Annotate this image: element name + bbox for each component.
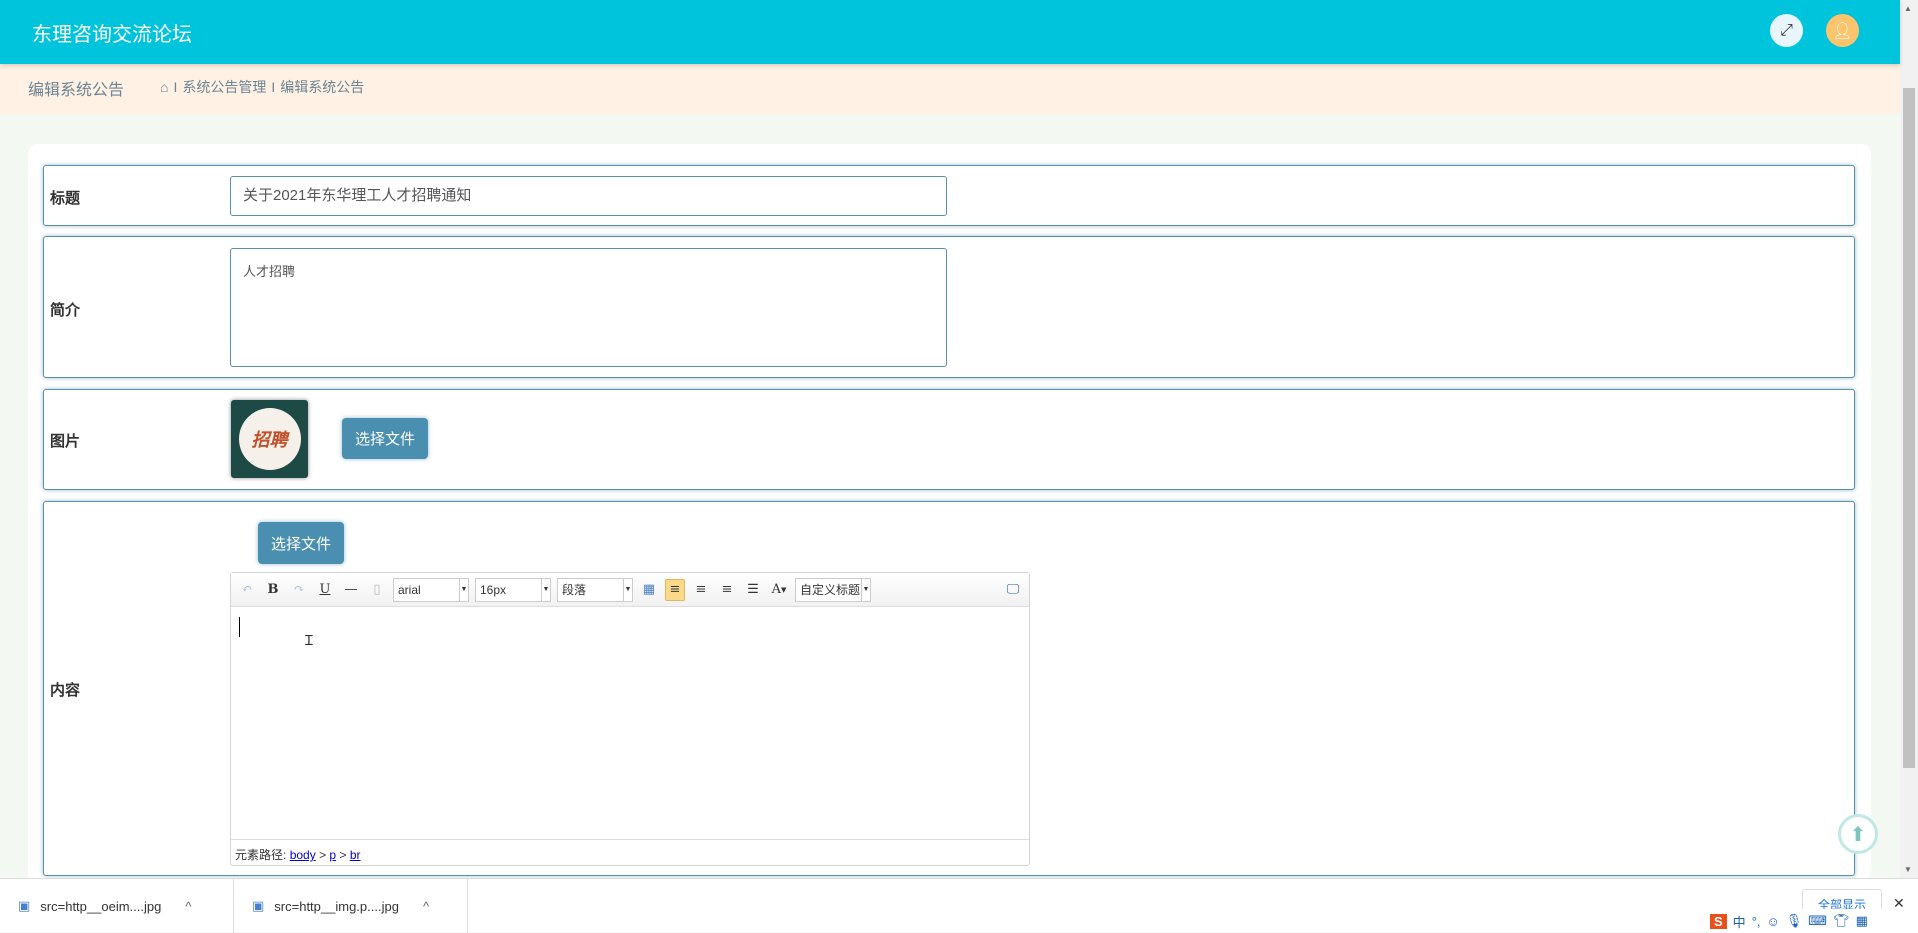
- align-left-icon[interactable]: ≡: [665, 578, 685, 601]
- title-label: 标题: [50, 190, 81, 207]
- font-size-select[interactable]: 16px ▼: [475, 577, 551, 602]
- custom-title-value: 自定义标题: [800, 583, 861, 597]
- scrollbar-thumb[interactable]: [1903, 88, 1915, 768]
- path-link-p[interactable]: p: [329, 848, 336, 862]
- dropdown-arrow-icon: ▼: [623, 578, 632, 601]
- underline-button[interactable]: U: [315, 579, 335, 601]
- paragraph-value: 段落: [562, 583, 587, 597]
- image-row: 图片 招聘 选择文件: [43, 389, 1855, 490]
- breadcrumb-item: 编辑系统公告: [280, 79, 365, 95]
- title-row: 标题 关于2021年东华理工人才招聘通知: [43, 165, 1855, 226]
- image-file-icon: ▣: [252, 898, 265, 913]
- page-title: 编辑系统公告: [28, 82, 125, 99]
- page-scrollbar[interactable]: ▲ ▼: [1900, 0, 1918, 878]
- scroll-down-icon[interactable]: ▼: [1904, 865, 1912, 874]
- skin-icon[interactable]: 👕︎: [1833, 913, 1850, 929]
- preview-icon[interactable]: 🖵: [1003, 579, 1023, 601]
- app-title: 东理咨询交流论坛: [32, 24, 192, 46]
- breadcrumb-separator: I: [271, 79, 276, 95]
- expand-icon: ⤢: [1780, 21, 1793, 39]
- content-label: 内容: [50, 682, 81, 699]
- breadcrumb-separator: I: [173, 79, 178, 95]
- font-color-label: A: [771, 582, 781, 597]
- path-separator: >: [339, 848, 347, 862]
- breadcrumb-bar: 编辑系统公告 ⌂ I 系统公告管理 I 编辑系统公告: [0, 64, 1900, 114]
- download-filename: src=http__img.p....jpg: [274, 898, 399, 914]
- font-color-button[interactable]: A ▼: [769, 579, 789, 601]
- sogou-logo-icon: S: [1710, 913, 1727, 929]
- undo-icon[interactable]: ↶: [237, 579, 257, 601]
- image-label: 图片: [50, 433, 81, 450]
- dropdown-arrow-icon: ▼: [459, 578, 468, 601]
- home-icon[interactable]: ⌂: [160, 79, 168, 95]
- choose-image-button[interactable]: 选择文件: [342, 418, 428, 459]
- path-link-br[interactable]: br: [350, 848, 361, 862]
- chevron-up-icon[interactable]: ^: [185, 899, 191, 914]
- back-to-top-button[interactable]: ⬆: [1838, 814, 1878, 854]
- choose-file-button[interactable]: 选择文件: [258, 522, 344, 564]
- bold-button[interactable]: B: [263, 579, 283, 601]
- paste-text-icon[interactable]: ▯: [367, 579, 387, 601]
- arrow-up-icon: ⬆: [1849, 823, 1867, 846]
- breadcrumb: ⌂ I 系统公告管理 I 编辑系统公告: [160, 77, 364, 97]
- intro-row: 简介 人才招聘: [43, 236, 1855, 378]
- ime-mode-label[interactable]: 中: [1733, 912, 1746, 931]
- editor-toolbar: ↶ B ↷ U — ▯ arial ▼ 16px ▼ 段落 ▼ ▦ ≡ ≡ ≡ ☰ A…: [231, 573, 1029, 607]
- font-family-value: arial: [398, 582, 421, 597]
- editor-status-bar: 元素路径: body > p > br: [231, 839, 1029, 865]
- paragraph-select[interactable]: 段落 ▼: [557, 577, 633, 602]
- ime-toolbar[interactable]: S 中 °, ☺ 🎙︎ ⌨ 👕︎ ▦: [1710, 909, 1918, 933]
- path-separator: >: [319, 848, 327, 862]
- keyboard-icon[interactable]: ⌨: [1808, 913, 1827, 929]
- chevron-up-icon[interactable]: ^: [423, 899, 429, 914]
- download-item[interactable]: ▣ src=http__img.p....jpg ^: [234, 879, 468, 933]
- microphone-icon[interactable]: 🎙︎: [1786, 913, 1803, 929]
- redo-icon[interactable]: ↷: [289, 579, 309, 601]
- fullscreen-button[interactable]: ⤢: [1770, 14, 1803, 47]
- punctuation-icon[interactable]: °,: [1752, 914, 1761, 929]
- top-header: 东理咨询交流论坛 ⤢ 👤︎: [0, 0, 1900, 64]
- scroll-up-icon[interactable]: ▲: [1904, 4, 1912, 13]
- downloads-bar: ▣ src=http__oeim....jpg ^ ▣ src=http__im…: [0, 878, 1918, 933]
- font-family-select[interactable]: arial ▼: [393, 577, 469, 602]
- path-link-body[interactable]: body: [290, 848, 316, 862]
- user-icon: 👤︎: [1832, 22, 1853, 40]
- font-size-value: 16px: [480, 582, 507, 597]
- horizontal-rule-button[interactable]: —: [341, 579, 361, 601]
- custom-title-select[interactable]: 自定义标题 ▼: [795, 577, 871, 602]
- thumbnail-logo: 招聘: [238, 408, 301, 470]
- element-path-label: 元素路径:: [235, 848, 287, 862]
- download-filename: src=http__oeim....jpg: [40, 898, 162, 914]
- rich-text-editor: ↶ B ↷ U — ▯ arial ▼ 16px ▼ 段落 ▼ ▦ ≡ ≡ ≡ ☰ A…: [230, 572, 1030, 866]
- content-row: 内容 选择文件 ↶ B ↷ U — ▯ arial ▼ 16px ▼ 段落 ▼ ▦ ≡…: [43, 501, 1855, 876]
- download-item[interactable]: ▣ src=http__oeim....jpg ^: [0, 879, 234, 933]
- text-caret: [239, 617, 240, 637]
- image-file-icon: ▣: [18, 898, 31, 913]
- align-justify-icon[interactable]: ☰: [743, 579, 763, 601]
- title-input[interactable]: 关于2021年东华理工人才招聘通知: [230, 176, 947, 216]
- intro-textarea[interactable]: 人才招聘: [230, 248, 947, 367]
- image-thumbnail: 招聘: [231, 400, 308, 478]
- editor-body[interactable]: Ɪ: [231, 607, 1029, 839]
- align-right-icon[interactable]: ≡: [691, 579, 711, 601]
- breadcrumb-item[interactable]: 系统公告管理: [182, 77, 266, 97]
- intro-label: 简介: [50, 302, 81, 319]
- text-cursor-icon: Ɪ: [305, 632, 313, 648]
- emoji-icon[interactable]: ☺: [1767, 914, 1780, 929]
- dropdown-arrow-icon: ▼: [861, 578, 870, 601]
- user-avatar-button[interactable]: 👤︎: [1826, 14, 1859, 47]
- table-icon[interactable]: ▦: [639, 579, 659, 601]
- align-center-icon[interactable]: ≡: [717, 579, 737, 601]
- grid-icon[interactable]: ▦: [1856, 913, 1868, 929]
- dropdown-arrow-icon: ▼: [541, 578, 550, 601]
